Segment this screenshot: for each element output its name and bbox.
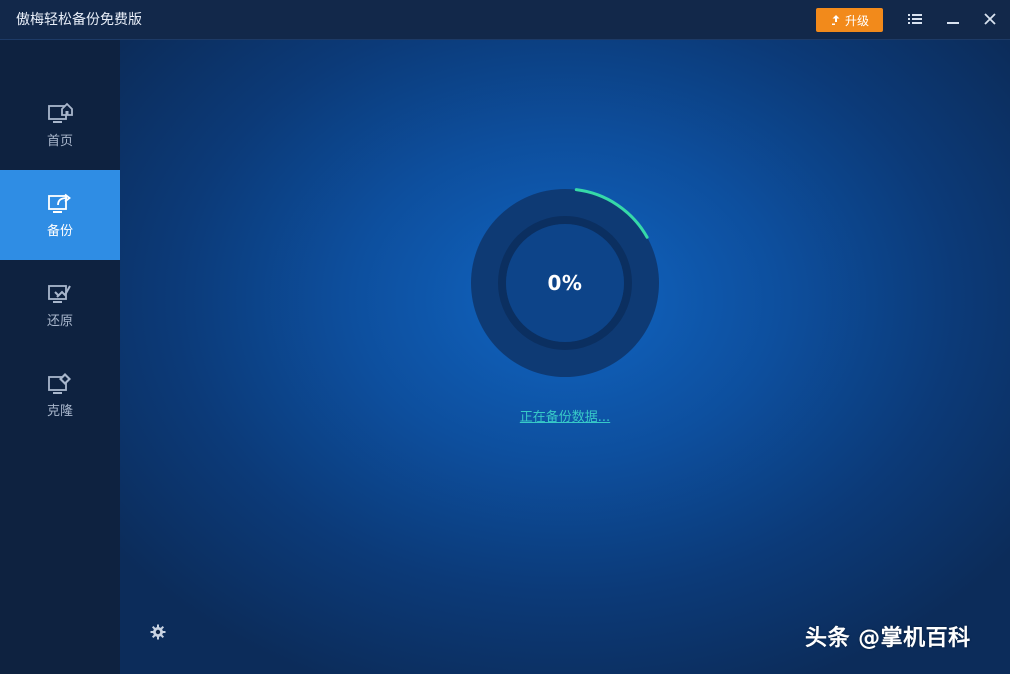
settings-button[interactable] (149, 624, 167, 644)
monitor-export-icon (46, 190, 74, 218)
close-button[interactable] (980, 10, 1000, 30)
main-panel: 0% 正在备份数据... (120, 40, 1010, 674)
monitor-restore-icon (46, 280, 74, 308)
minimize-button[interactable] (943, 10, 963, 30)
app-title: 傲梅轻松备份免费版 (16, 12, 142, 28)
list-menu-icon (907, 11, 923, 30)
sidebar: 首页 备份 还原 克隆 (0, 40, 120, 674)
sidebar-item-backup[interactable]: 备份 (0, 170, 120, 260)
sidebar-item-clone[interactable]: 克隆 (0, 350, 120, 440)
progress-percent: 0% (547, 271, 583, 295)
upgrade-label: 升级 (844, 13, 869, 28)
watermark: 头条 @掌机百科 (805, 626, 971, 651)
minimize-icon (946, 11, 960, 30)
menu-button[interactable] (905, 10, 925, 30)
gear-icon (150, 624, 166, 644)
sidebar-item-label: 首页 (46, 134, 73, 149)
sidebar-item-label: 还原 (46, 314, 73, 329)
app-window: 傲梅轻松备份免费版 升级 首页 备份 还原 克隆 0% 正在备份数据... 头条… (0, 0, 1010, 674)
sidebar-item-label: 备份 (46, 224, 73, 239)
sidebar-item-home[interactable]: 首页 (0, 80, 120, 170)
close-icon (983, 11, 997, 30)
monitor-home-icon (46, 100, 74, 128)
sidebar-item-label: 克隆 (46, 404, 73, 419)
sidebar-item-restore[interactable]: 还原 (0, 260, 120, 350)
title-bar: 傲梅轻松备份免费版 升级 (0, 0, 1010, 40)
monitor-clone-icon (46, 370, 74, 398)
backup-status-link[interactable]: 正在备份数据... (120, 406, 1010, 425)
progress-ring: 0% (460, 178, 670, 388)
upgrade-button[interactable]: 升级 (816, 8, 883, 32)
upload-arrow-icon (830, 14, 842, 26)
